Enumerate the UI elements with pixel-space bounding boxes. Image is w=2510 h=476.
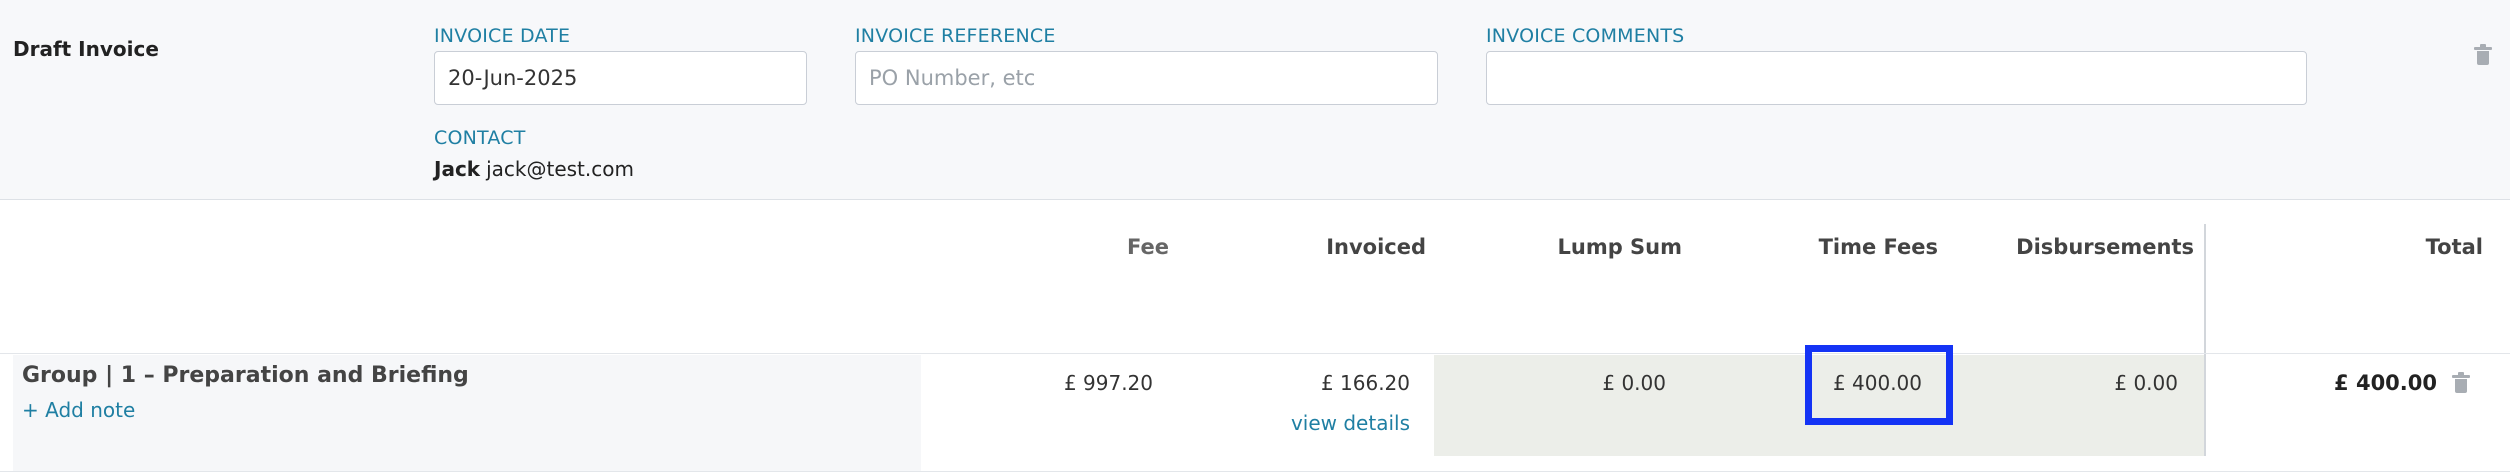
page-title: Draft Invoice	[13, 37, 159, 61]
delete-invoice-icon[interactable]	[2474, 44, 2492, 65]
cell-lump-sum[interactable]: £ 0.00	[1602, 371, 1666, 395]
contact-info: Jack jack@test.com	[434, 157, 634, 181]
cell-total: £ 400.00	[2334, 371, 2437, 395]
delete-row-icon[interactable]	[2452, 372, 2470, 393]
contact-email: jack@test.com	[486, 157, 634, 181]
column-header-time-fees: Time Fees	[1818, 235, 1938, 259]
invoice-reference-label: INVOICE REFERENCE	[855, 25, 1056, 47]
invoice-comments-label: INVOICE COMMENTS	[1486, 25, 1685, 47]
column-header-invoiced: Invoiced	[1326, 235, 1426, 259]
row-top-border	[0, 353, 2510, 354]
cell-invoiced: £ 166.20	[1320, 371, 1410, 395]
contact-label: CONTACT	[434, 127, 526, 149]
cell-disbursements[interactable]: £ 0.00	[2114, 371, 2178, 395]
row-bottom-border	[0, 471, 2510, 472]
time-fees-highlight-box	[1805, 345, 1953, 425]
column-header-total: Total	[2425, 235, 2483, 259]
invoice-comments-field[interactable]	[1486, 51, 2307, 105]
total-column-divider	[2204, 224, 2206, 456]
column-header-fee: Fee	[1127, 235, 1169, 259]
contact-name: Jack	[434, 157, 481, 181]
invoice-reference-placeholder: PO Number, etc	[869, 66, 1036, 90]
column-header-lump-sum: Lump Sum	[1557, 235, 1682, 259]
view-details-link[interactable]: view details	[1291, 411, 1410, 435]
cell-fee: £ 997.20	[1063, 371, 1153, 395]
invoice-header: Draft Invoice INVOICE DATE 20-Jun-2025 I…	[0, 0, 2510, 200]
column-header-disbursements: Disbursements	[2016, 235, 2194, 259]
invoice-date-value: 20-Jun-2025	[448, 66, 578, 90]
invoice-date-field[interactable]: 20-Jun-2025	[434, 51, 807, 105]
add-note-link[interactable]: + Add note	[22, 398, 135, 422]
invoice-date-label: INVOICE DATE	[434, 25, 571, 47]
invoice-reference-field[interactable]: PO Number, etc	[855, 51, 1438, 105]
group-row-title: Group | 1 – Preparation and Briefing	[22, 363, 469, 388]
